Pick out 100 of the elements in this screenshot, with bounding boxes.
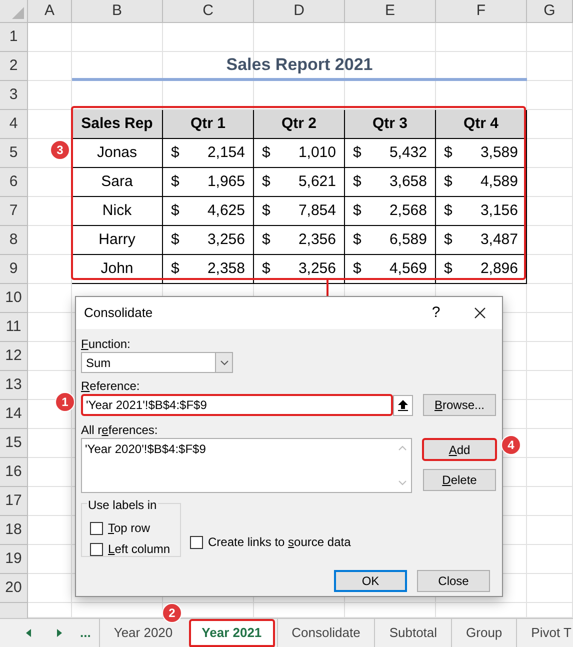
amount-text: 2,358: [207, 258, 245, 279]
amount-text: 1,010: [298, 142, 336, 163]
row-header[interactable]: 12: [0, 342, 28, 371]
amount-text: 2,896: [480, 258, 518, 279]
currency-symbol: $: [262, 172, 270, 192]
row-header[interactable]: 17: [0, 487, 28, 516]
currency-symbol: $: [171, 142, 180, 163]
currency-symbol: $: [444, 200, 452, 221]
sheet-tab[interactable]: Year 2021: [188, 619, 275, 647]
column-header[interactable]: D: [254, 0, 345, 23]
references-list[interactable]: 'Year 2020'!$B$4:$F$9: [81, 438, 412, 493]
row-header[interactable]: 14: [0, 400, 28, 429]
checkbox-label: Create links to source data: [208, 534, 351, 551]
ok-button[interactable]: OK: [334, 570, 407, 592]
column-header[interactable]: B: [72, 0, 163, 23]
sheet-tab[interactable]: Subtotal: [374, 619, 452, 647]
close-button[interactable]: Close: [417, 570, 490, 592]
amount-text: 3,589: [480, 142, 518, 163]
currency-symbol: $: [444, 230, 452, 250]
field-label: Function:: [81, 336, 132, 350]
row-header[interactable]: 2: [0, 52, 28, 81]
sheet-tab[interactable]: Consolidate: [276, 619, 374, 647]
amount-text: 4,625: [207, 200, 245, 221]
function-dropdown[interactable]: Sum: [81, 352, 233, 373]
table-cell: Harry: [72, 226, 163, 255]
field-label: All references:: [81, 422, 159, 436]
amount-text: 4,589: [480, 172, 518, 192]
checkbox-label: Left column: [108, 541, 170, 558]
reference-field[interactable]: 'Year 2021'!$B$4:$F$9: [81, 394, 393, 416]
table-header-cell: Qtr 2: [254, 110, 345, 139]
currency-symbol: $: [171, 172, 180, 192]
currency-symbol: $: [262, 142, 270, 163]
table-cell: Nick: [72, 197, 163, 226]
amount-text: 2,356: [298, 230, 336, 250]
row-header[interactable]: 5: [0, 139, 28, 168]
currency-symbol: $: [262, 258, 270, 279]
amount-text: 5,432: [389, 142, 427, 163]
amount-text: 3,658: [389, 172, 427, 192]
row-header[interactable]: 1: [0, 23, 28, 52]
callout-badge: 2: [162, 603, 182, 623]
amount-text: 2,154: [207, 142, 245, 163]
table-header-cell: Qtr 3: [345, 110, 436, 139]
delete-button[interactable]: Delete: [423, 469, 496, 491]
row-header[interactable]: 11: [0, 313, 28, 342]
row-header[interactable]: 20: [0, 574, 28, 603]
amount-text: 3,487: [480, 230, 518, 250]
currency-symbol: $: [262, 230, 270, 250]
table-cell: Jonas: [72, 139, 163, 168]
amount-text: 3,156: [480, 200, 518, 221]
row-header[interactable]: 8: [0, 226, 28, 255]
currency-symbol: $: [171, 200, 180, 221]
currency-symbol: $: [353, 142, 362, 163]
currency-symbol: $: [353, 230, 362, 250]
table-cell: Sara: [72, 168, 163, 197]
callout-badge: 1: [55, 392, 75, 412]
amount-text: 5,621: [298, 172, 336, 192]
currency-symbol: $: [262, 200, 270, 221]
column-header[interactable]: A: [28, 0, 72, 23]
sheet-tab[interactable]: Group: [451, 619, 516, 647]
report-title: Sales Report 2021: [72, 52, 527, 81]
row-header[interactable]: 4: [0, 110, 28, 139]
amount-text: 4,569: [389, 258, 427, 279]
table-header-cell: Qtr 1: [163, 110, 254, 139]
table-header-cell: Qtr 4: [436, 110, 527, 139]
field-label: Reference:: [81, 378, 141, 392]
browse-button[interactable]: Browse...: [423, 394, 496, 416]
amount-text: 2,568: [389, 200, 427, 221]
checkbox-label: Top row: [108, 520, 150, 537]
amount-text: 3,256: [298, 258, 336, 279]
currency-symbol: $: [353, 172, 362, 192]
column-header[interactable]: C: [163, 0, 254, 23]
dialog-title: Consolidate: [84, 304, 154, 322]
currency-symbol: $: [444, 258, 452, 279]
row-header[interactable]: 13: [0, 371, 28, 400]
amount-text: 6,589: [389, 230, 427, 250]
column-header[interactable]: E: [345, 0, 436, 23]
amount-text: 7,854: [298, 200, 336, 221]
column-header[interactable]: G: [527, 0, 573, 23]
currency-symbol: $: [444, 172, 452, 192]
row-header[interactable]: 16: [0, 458, 28, 487]
row-header[interactable]: 18: [0, 516, 28, 545]
row-header[interactable]: 3: [0, 81, 28, 110]
row-header[interactable]: 10: [0, 284, 28, 313]
callout-badge: 3: [50, 140, 70, 160]
row-header[interactable]: 6: [0, 168, 28, 197]
row-header[interactable]: 19: [0, 545, 28, 574]
currency-symbol: $: [353, 200, 362, 221]
sheet-tab[interactable]: Pivot T: [516, 619, 573, 647]
currency-symbol: $: [171, 230, 180, 250]
add-button[interactable]: Add: [422, 438, 497, 461]
help-button[interactable]: ?: [414, 297, 458, 329]
row-header[interactable]: 15: [0, 429, 28, 458]
row-header[interactable]: 7: [0, 197, 28, 226]
row-header[interactable]: 9: [0, 255, 28, 284]
column-header[interactable]: F: [436, 0, 527, 23]
more-sheets-button[interactable]: ...: [80, 623, 91, 643]
table-header-cell: Sales Rep: [72, 110, 163, 139]
list-item[interactable]: 'Year 2020'!$B$4:$F$9: [85, 440, 394, 458]
callout-badge: 4: [501, 435, 521, 455]
table-cell: John: [72, 255, 163, 284]
